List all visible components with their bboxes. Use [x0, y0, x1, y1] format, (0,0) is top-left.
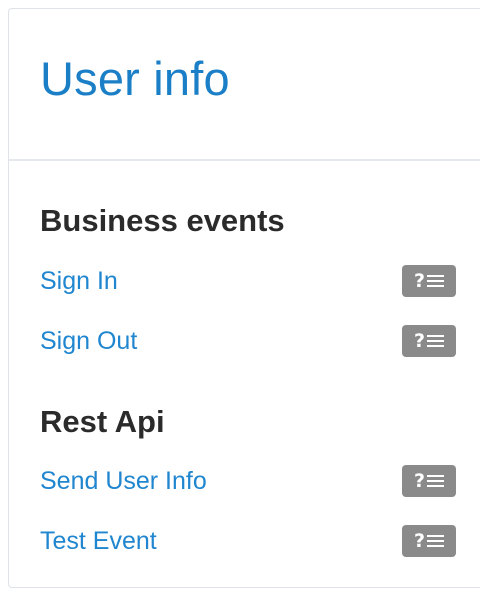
question-icon: ?	[413, 329, 426, 352]
event-info-button[interactable]: ?	[402, 465, 456, 497]
event-row-sign-out: Sign Out ?	[40, 323, 456, 359]
question-icon: ?	[413, 469, 426, 492]
event-info-button[interactable]: ?	[402, 525, 456, 557]
event-row-test-event: Test Event ?	[40, 523, 456, 559]
event-link-test-event[interactable]: Test Event	[40, 528, 157, 554]
event-info-button[interactable]: ?	[402, 325, 456, 357]
event-link-sign-out[interactable]: Sign Out	[40, 328, 137, 354]
section-title-rest-api: Rest Api	[40, 404, 165, 439]
panel-header: User info	[9, 9, 480, 161]
question-icon: ?	[413, 269, 426, 292]
event-link-sign-in[interactable]: Sign In	[40, 268, 118, 294]
question-icon: ?	[413, 529, 426, 552]
list-icon	[427, 534, 445, 548]
user-info-panel: User info Business events Sign In ? Sign…	[8, 8, 480, 588]
page-title: User info	[40, 52, 230, 105]
list-icon	[427, 474, 445, 488]
event-link-send-user-info[interactable]: Send User Info	[40, 468, 207, 494]
list-icon	[427, 274, 445, 288]
event-row-send-user-info: Send User Info ?	[40, 463, 456, 499]
list-icon	[427, 334, 445, 348]
section-title-business-events: Business events	[40, 203, 285, 238]
event-info-button[interactable]: ?	[402, 265, 456, 297]
event-row-sign-in: Sign In ?	[40, 263, 456, 299]
